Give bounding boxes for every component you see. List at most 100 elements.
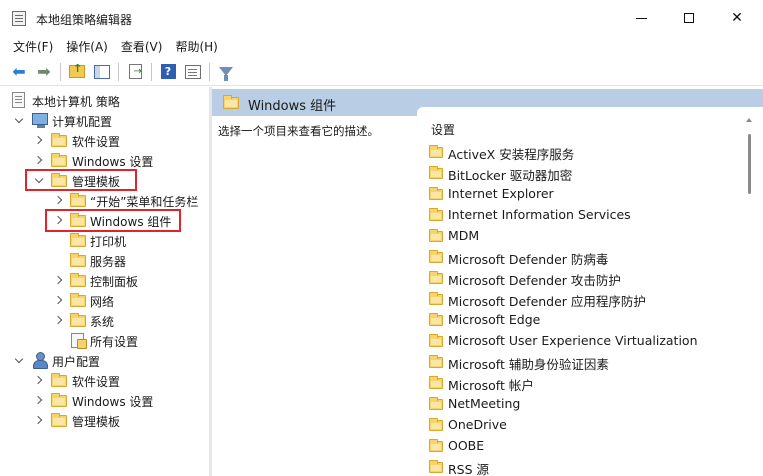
highlight-box-admin-templates: [25, 169, 137, 191]
tree-item-network[interactable]: 网络: [0, 290, 209, 310]
collapse-chevron-icon[interactable]: [33, 390, 45, 410]
tree-item-software-settings[interactable]: 软件设置: [0, 130, 209, 150]
collapse-chevron-icon[interactable]: [33, 410, 45, 430]
tree-item-windows-settings[interactable]: Windows 设置: [0, 150, 209, 170]
menu-action[interactable]: 操作(A): [59, 36, 114, 58]
collapse-chevron-icon[interactable]: [33, 130, 45, 150]
scroll-thumb[interactable]: [748, 134, 751, 194]
list-item-label: ActiveX 安装程序服务: [448, 147, 575, 162]
menu-file[interactable]: 文件(F): [6, 36, 59, 58]
menu-bar: 文件(F) 操作(A) 查看(V) 帮助(H): [0, 36, 763, 58]
list-item-label: OneDrive: [448, 417, 507, 432]
list-item-label: Microsoft Defender 攻击防护: [448, 273, 621, 288]
back-arrow-icon: ⬅: [12, 62, 26, 81]
detail-title: Windows 组件: [248, 99, 337, 114]
toolbar-separator: [151, 62, 152, 81]
settings-column-header[interactable]: 设置: [431, 121, 455, 138]
vertical-scrollbar[interactable]: [746, 116, 752, 476]
help-button[interactable]: ?: [157, 61, 179, 83]
tree-item-label: 本地计算机 策略: [32, 95, 120, 109]
maximize-button[interactable]: [666, 0, 712, 36]
description-pane: 选择一个项目来查看它的描述。: [212, 116, 416, 476]
folder-icon: [429, 292, 443, 305]
tree-item-label: Windows 设置: [72, 395, 154, 409]
list-item-label: Microsoft Defender 防病毒: [448, 252, 609, 267]
tree-item-system[interactable]: 系统: [0, 310, 209, 330]
tree-item-label: 服务器: [90, 255, 127, 269]
list-item-label: Microsoft 帐户: [448, 378, 534, 393]
tree-item-label: 网络: [90, 295, 115, 309]
menu-view[interactable]: 查看(V): [114, 36, 169, 58]
console-tree: 本地计算机 策略 计算机配置 软件设置 Windows 设置 管理模板 “开始”…: [0, 87, 209, 476]
minimize-icon: [635, 17, 647, 19]
properties-icon: [185, 64, 201, 79]
folder-icon: [429, 229, 443, 242]
scroll-up-arrow-icon[interactable]: [746, 118, 752, 122]
forward-button[interactable]: ➡: [33, 61, 55, 83]
tree-item-start-menu[interactable]: “开始”菜单和任务栏: [0, 190, 209, 210]
show-hide-tree-button[interactable]: [91, 61, 113, 83]
collapse-chevron-icon[interactable]: [33, 150, 45, 170]
policy-editor-icon: [12, 11, 26, 26]
collapse-chevron-icon[interactable]: [53, 190, 65, 210]
folder-icon: [429, 313, 443, 326]
tree-item-user-config[interactable]: 用户配置: [0, 350, 209, 370]
folder-icon: [70, 233, 86, 247]
folder-icon: [429, 418, 443, 431]
tree-item-label: 所有设置: [90, 335, 139, 349]
close-button[interactable]: ✕: [714, 0, 760, 36]
folder-icon: [429, 250, 443, 263]
collapse-chevron-icon[interactable]: [33, 370, 45, 390]
tree-item-user-software-settings[interactable]: 软件设置: [0, 370, 209, 390]
tree-item-label: 打印机: [90, 235, 127, 249]
tree-item-label: 系统: [90, 315, 115, 329]
list-item-label: MDM: [448, 228, 480, 243]
computer-icon: [32, 113, 48, 128]
minimize-button[interactable]: [618, 0, 664, 36]
properties-button[interactable]: [182, 61, 204, 83]
folder-up-icon: [69, 62, 85, 78]
folder-icon: [51, 413, 67, 427]
tree-item-user-windows-settings[interactable]: Windows 设置: [0, 390, 209, 410]
tree-item-label: Windows 设置: [72, 155, 154, 169]
collapse-chevron-icon[interactable]: [53, 290, 65, 310]
folder-icon: [70, 273, 86, 287]
toolbar-separator: [118, 62, 119, 81]
list-item-label: NetMeeting: [448, 396, 521, 411]
tree-item-root[interactable]: 本地计算机 策略: [0, 90, 209, 110]
expand-chevron-icon[interactable]: [13, 110, 25, 130]
folder-icon: [429, 208, 443, 221]
folder-icon: [429, 334, 443, 347]
folder-icon: [51, 133, 67, 147]
list-item-label: BitLocker 驱动器加密: [448, 168, 573, 183]
folder-icon: [429, 376, 443, 389]
list-item-label: RSS 源: [448, 462, 490, 476]
collapse-chevron-icon[interactable]: [53, 310, 65, 330]
menu-help[interactable]: 帮助(H): [168, 36, 223, 58]
tree-item-label: 计算机配置: [52, 115, 113, 129]
collapse-chevron-icon[interactable]: [53, 270, 65, 290]
folder-icon: [70, 313, 86, 327]
toolbar-separator: [60, 62, 61, 81]
tree-item-label: 软件设置: [72, 375, 121, 389]
list-item-label: Internet Explorer: [448, 186, 554, 201]
tree-item-control-panel[interactable]: 控制面板: [0, 270, 209, 290]
title-bar: 本地组策略编辑器 ✕: [0, 0, 763, 36]
settings-list: 设置 ActiveX 安装程序服务 BitLocker 驱动器加密 Internet…: [417, 107, 763, 476]
tree-item-all-settings[interactable]: 所有设置: [0, 330, 209, 350]
filter-button[interactable]: [215, 61, 237, 83]
folder-icon: [70, 293, 86, 307]
tree-item-label: 控制面板: [90, 275, 139, 289]
up-one-level-button[interactable]: [66, 61, 88, 83]
folder-icon: [429, 166, 443, 179]
export-list-button[interactable]: [124, 61, 146, 83]
expand-chevron-icon[interactable]: [13, 350, 25, 370]
tree-item-servers[interactable]: 服务器: [0, 250, 209, 270]
tree-item-printers[interactable]: 打印机: [0, 230, 209, 250]
tree-item-computer-config[interactable]: 计算机配置: [0, 110, 209, 130]
filter-icon: [219, 67, 233, 81]
back-button[interactable]: ⬅: [8, 61, 30, 83]
window-title: 本地组策略编辑器: [36, 13, 133, 27]
tree-item-user-admin-templates[interactable]: 管理模板: [0, 410, 209, 430]
folder-icon: [429, 355, 443, 368]
